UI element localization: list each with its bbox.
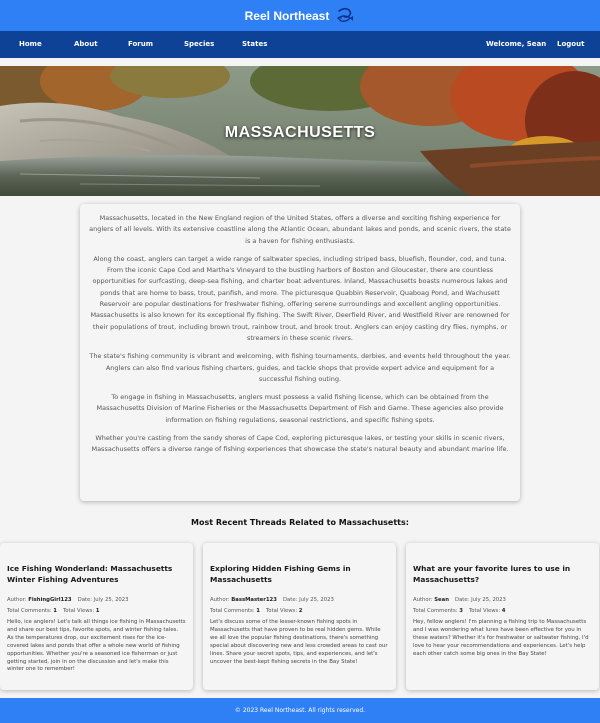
logout-link[interactable]: Logout xyxy=(557,31,584,58)
thread-title-link[interactable]: Ice Fishing Wonderland: Massachusetts Wi… xyxy=(7,563,186,593)
site-header: Reel Northeast xyxy=(0,0,600,31)
nav-species-link[interactable]: Species xyxy=(184,31,214,58)
description-paragraph: Whether you're casting from the sandy sh… xyxy=(91,434,509,454)
thread-view-count: 1 xyxy=(95,608,100,614)
thread-meta: Author: FishingGirl123 Date: July 25, 202… xyxy=(7,597,129,603)
thread-comment-count: 1 xyxy=(53,608,57,614)
state-title: MASSACHUSETTS xyxy=(224,124,376,141)
thread-meta: Author: Sean Date: July 25, 2023 xyxy=(413,597,506,603)
description-paragraph: To engage in fishing in Massachusetts, a… xyxy=(96,393,504,424)
site-title[interactable]: Reel Northeast xyxy=(245,9,330,23)
thread-view-count: 4 xyxy=(501,608,506,614)
welcome-user-link[interactable]: Welcome, Sean xyxy=(486,31,546,58)
thread-excerpt: Hello, ice anglers! Let's talk all thing… xyxy=(7,619,186,673)
fish-hook-icon xyxy=(337,7,354,22)
thread-view-count: 2 xyxy=(298,608,303,614)
copyright-text: © 2023 Reel Northeast. All rights reserv… xyxy=(234,707,366,714)
thread-excerpt: Hey, fellow anglers! I'm planning a fish… xyxy=(413,619,589,657)
thread-meta: Author: BassMaster123 Date: July 25, 2023 xyxy=(210,597,334,603)
thread-comment-count: 1 xyxy=(256,608,260,614)
main-nav: Home About Forum Species States Welcome,… xyxy=(0,31,600,58)
site-footer: © 2023 Reel Northeast. All rights reserv… xyxy=(0,698,600,723)
thread-excerpt: Let's discuss some of the lesser-known f… xyxy=(210,619,388,665)
thread-card[interactable]: What are your favorite lures to use in M… xyxy=(406,543,599,690)
hero-banner: MASSACHUSETTS xyxy=(0,66,600,196)
thread-date: July 25, 2023 xyxy=(299,597,334,603)
thread-author: BassMaster123 xyxy=(231,597,277,603)
thread-card[interactable]: Exploring Hidden Fishing Gems in Massach… xyxy=(203,543,396,690)
thread-stats: Total Comments: 3 Total Views: 4 xyxy=(413,608,506,614)
nav-home-link[interactable]: Home xyxy=(19,31,42,58)
state-description-card: Massachusetts, located in the New Englan… xyxy=(80,204,520,501)
thread-date: July 25, 2023 xyxy=(93,597,129,603)
nav-states-link[interactable]: States xyxy=(242,31,267,58)
thread-title-link[interactable]: Exploring Hidden Fishing Gems in Massach… xyxy=(210,563,389,593)
description-paragraph: Along the coast, anglers can target a wi… xyxy=(90,254,510,342)
description-paragraph: Massachusetts, located in the New Englan… xyxy=(89,214,511,245)
description-paragraph: The state's fishing community is vibrant… xyxy=(89,352,511,383)
thread-title-link[interactable]: What are your favorite lures to use in M… xyxy=(413,563,592,593)
thread-author: FishingGirl123 xyxy=(28,597,72,603)
thread-card[interactable]: Ice Fishing Wonderland: Massachusetts Wi… xyxy=(0,543,193,690)
nav-forum-link[interactable]: Forum xyxy=(128,31,153,58)
thread-stats: Total Comments: 1 Total Views: 1 xyxy=(7,608,100,614)
thread-author: Sean xyxy=(434,597,449,603)
threads-heading: Most Recent Threads Related to Massachus… xyxy=(191,518,409,527)
thread-stats: Total Comments: 1 Total Views: 2 xyxy=(210,608,303,614)
thread-date: July 25, 2023 xyxy=(471,597,506,603)
thread-comment-count: 3 xyxy=(459,608,463,614)
nav-about-link[interactable]: About xyxy=(74,31,98,58)
